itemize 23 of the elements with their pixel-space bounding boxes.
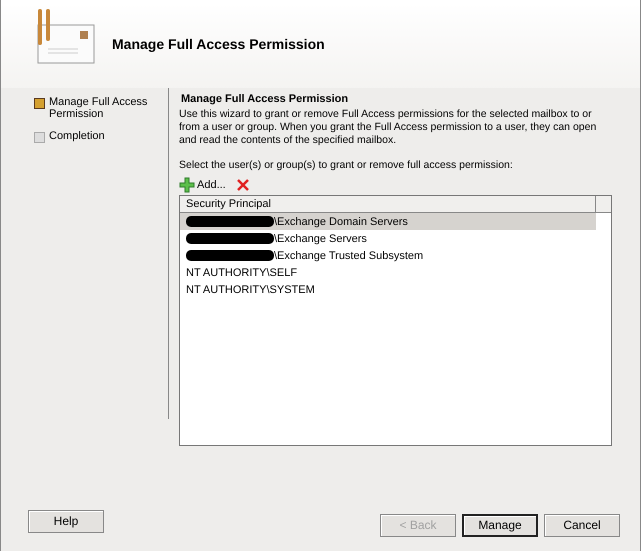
step-label: Manage Full Access Permission [49, 96, 148, 120]
help-button[interactable]: Help [28, 510, 104, 532]
list-row[interactable]: NT AUTHORITY\SELF [180, 264, 596, 282]
step-label: Completion [49, 130, 106, 142]
list-row[interactable]: \Exchange Trusted Subsystem [180, 247, 596, 264]
remove-button[interactable] [236, 178, 250, 192]
principal-name: \Exchange Servers [274, 232, 367, 246]
list-row[interactable]: \Exchange Servers [180, 230, 596, 248]
plus-icon [179, 177, 195, 194]
principal-name: \Exchange Domain Servers [274, 214, 408, 230]
principal-name: NT AUTHORITY\SELF [186, 266, 298, 280]
window-title: Manage Full Access Permission [112, 34, 325, 54]
prompt-text: Select the user(s) or group(s) to grant or remove full access permission: [179, 158, 514, 172]
page-heading: Manage Full Access Permission [181, 92, 350, 107]
remove-icon [236, 178, 250, 192]
wizard-button[interactable]: Manage [462, 514, 538, 536]
list-row[interactable]: NT AUTHORITY\SYSTEM [180, 281, 596, 298]
list-row[interactable]: \Exchange Domain Servers [180, 213, 596, 230]
add-button[interactable]: Add... [179, 177, 226, 194]
principal-name: NT AUTHORITY\SYSTEM [186, 282, 315, 298]
principal-name: \Exchange Trusted Subsystem [274, 248, 424, 264]
wizard-button[interactable]: Cancel [544, 514, 620, 536]
description-text: Use this wizard to grant or remove Full Access permissions for the selected mailbox to or from a user or group. When you grant the Full Access permission to a user, they can open and read the contents of the specified mailbox. [179, 108, 598, 146]
